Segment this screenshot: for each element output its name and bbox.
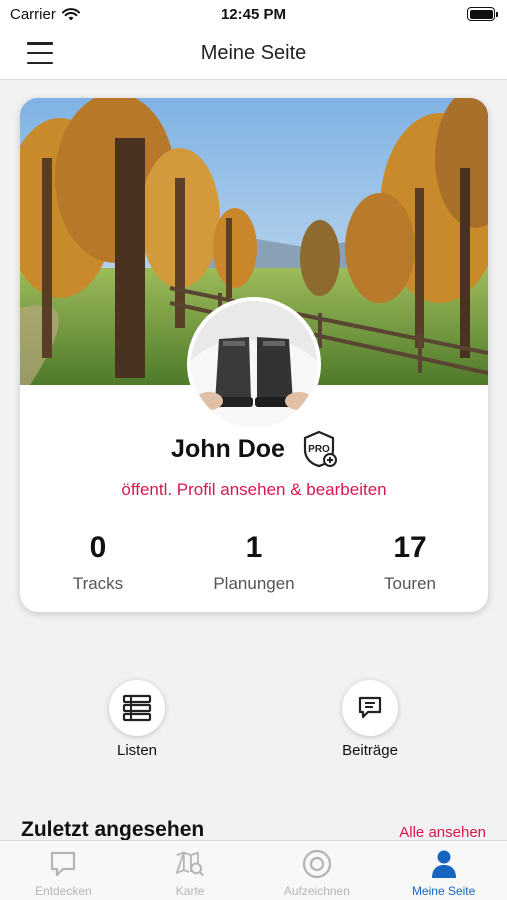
lists-button[interactable]: Listen bbox=[77, 680, 197, 759]
record-icon bbox=[302, 849, 331, 879]
tab-aufzeichnen[interactable]: Aufzeichnen bbox=[254, 841, 381, 900]
hamburger-menu-icon[interactable] bbox=[27, 42, 53, 64]
tab-meine-seite[interactable]: Meine Seite bbox=[380, 841, 507, 900]
pro-badge-icon: PRO bbox=[303, 430, 337, 468]
message-icon bbox=[358, 696, 382, 719]
see-all-link[interactable]: Alle ansehen bbox=[399, 824, 486, 841]
tab-label: Meine Seite bbox=[411, 884, 476, 898]
recently-viewed-title: Zuletzt angesehen bbox=[21, 818, 205, 841]
page-title: Meine Seite bbox=[200, 42, 307, 64]
view-profile-link[interactable]: öffentl. Profil ansehen & bearbeiten bbox=[20, 480, 488, 500]
nav-bar: Meine Seite bbox=[0, 28, 507, 80]
tab-label: Entdecken bbox=[35, 884, 92, 898]
person-icon bbox=[431, 850, 456, 878]
action-label: Beiträge bbox=[342, 742, 398, 759]
tab-karte[interactable]: Karte bbox=[127, 841, 254, 900]
status-left: Carrier bbox=[10, 6, 80, 23]
wifi-icon bbox=[61, 7, 80, 20]
status-bar: Carrier 12:45 PM bbox=[0, 0, 507, 28]
stat-tracks[interactable]: 0 Tracks bbox=[20, 528, 176, 594]
stats-row: 0 Tracks 1 Planungen 17 Touren bbox=[20, 528, 488, 594]
avatar[interactable] bbox=[187, 297, 321, 431]
tab-label: Aufzeichnen bbox=[283, 884, 350, 898]
tab-bar: Entdecken Karte Aufzeichnen Meine Seite bbox=[0, 840, 507, 900]
stat-value: 17 bbox=[393, 531, 427, 564]
chat-bubble-icon bbox=[51, 851, 76, 877]
posts-button[interactable]: Beiträge bbox=[310, 680, 430, 759]
action-circle bbox=[342, 680, 398, 736]
stat-label: Planungen bbox=[213, 574, 295, 593]
battery-icon bbox=[467, 7, 498, 21]
stat-value: 0 bbox=[89, 531, 107, 564]
hiking-boots-image bbox=[191, 301, 317, 427]
stat-label: Tracks bbox=[72, 574, 124, 593]
list-icon bbox=[122, 694, 152, 722]
action-label: Listen bbox=[116, 742, 158, 759]
stat-touren[interactable]: 17 Touren bbox=[332, 528, 488, 594]
action-circle bbox=[109, 680, 165, 736]
carrier-label: Carrier bbox=[10, 5, 56, 23]
tab-label: Karte bbox=[175, 884, 205, 898]
profile-card: John Doe PRO öffentl. Profil ansehen & b… bbox=[20, 98, 488, 612]
tab-entdecken[interactable]: Entdecken bbox=[0, 841, 127, 900]
stat-value: 1 bbox=[245, 531, 263, 564]
map-search-icon bbox=[176, 851, 205, 877]
svg-text:PRO: PRO bbox=[308, 444, 330, 455]
name-row: John Doe PRO bbox=[20, 430, 488, 468]
stat-planungen[interactable]: 1 Planungen bbox=[176, 528, 332, 594]
user-name: John Doe bbox=[171, 434, 285, 463]
stat-label: Touren bbox=[384, 574, 436, 593]
